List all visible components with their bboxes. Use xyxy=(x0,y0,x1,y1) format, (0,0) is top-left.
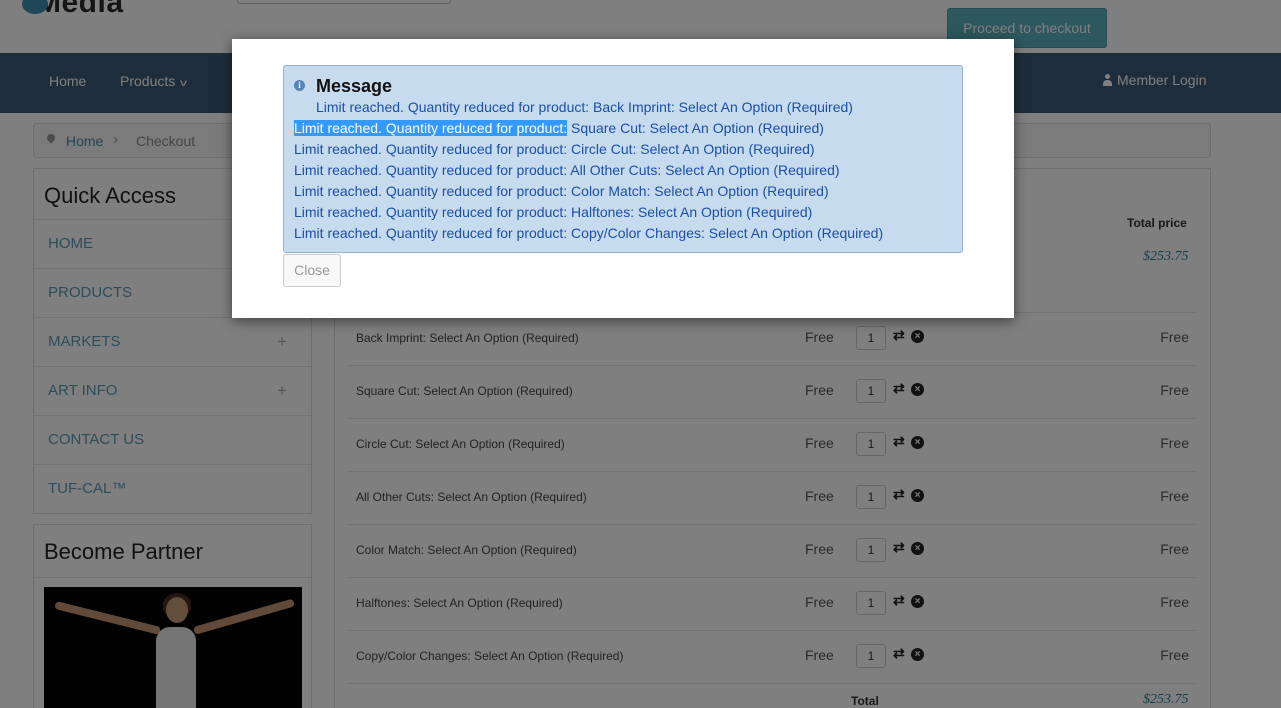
message-product: Back Imprint: Select An Option (Required… xyxy=(593,99,853,115)
message-line: Limit reached. Quantity reduced for prod… xyxy=(316,99,853,115)
message-prefix: Limit reached. Quantity reduced for prod… xyxy=(294,225,568,241)
selected-text: Limit reached. Quantity reduced for prod… xyxy=(294,120,568,136)
message-line: Limit reached. Quantity reduced for prod… xyxy=(294,225,883,241)
message-product: Halftones: Select An Option (Required) xyxy=(571,204,813,220)
info-icon: i xyxy=(294,80,305,91)
message-product: All Other Cuts: Select An Option (Requir… xyxy=(570,162,840,178)
message-product: Copy/Color Changes: Select An Option (Re… xyxy=(571,225,884,241)
message-line: Limit reached. Quantity reduced for prod… xyxy=(294,141,815,157)
message-dialog: i Message Limit reached. Quantity reduce… xyxy=(232,39,1014,318)
message-line: Limit reached. Quantity reduced for prod… xyxy=(294,183,829,199)
message-product: Circle Cut: Select An Option (Required) xyxy=(571,141,815,157)
message-prefix: Limit reached. Quantity reduced for prod… xyxy=(316,99,590,115)
message-product: Color Match: Select An Option (Required) xyxy=(571,183,829,199)
message-alert: i Message Limit reached. Quantity reduce… xyxy=(283,65,963,253)
message-line: Limit reached. Quantity reduced for prod… xyxy=(294,120,824,136)
message-prefix: Limit reached. Quantity reduced for prod… xyxy=(294,183,568,199)
message-line: Limit reached. Quantity reduced for prod… xyxy=(294,162,840,178)
close-button[interactable]: Close xyxy=(283,254,341,287)
message-title: Message xyxy=(316,76,393,96)
message-line: Limit reached. Quantity reduced for prod… xyxy=(294,204,812,220)
message-prefix: Limit reached. Quantity reduced for prod… xyxy=(294,141,568,157)
message-product: Square Cut: Select An Option (Required) xyxy=(571,120,824,136)
message-prefix: Limit reached. Quantity reduced for prod… xyxy=(294,204,568,220)
message-prefix: Limit reached. Quantity reduced for prod… xyxy=(294,162,568,178)
